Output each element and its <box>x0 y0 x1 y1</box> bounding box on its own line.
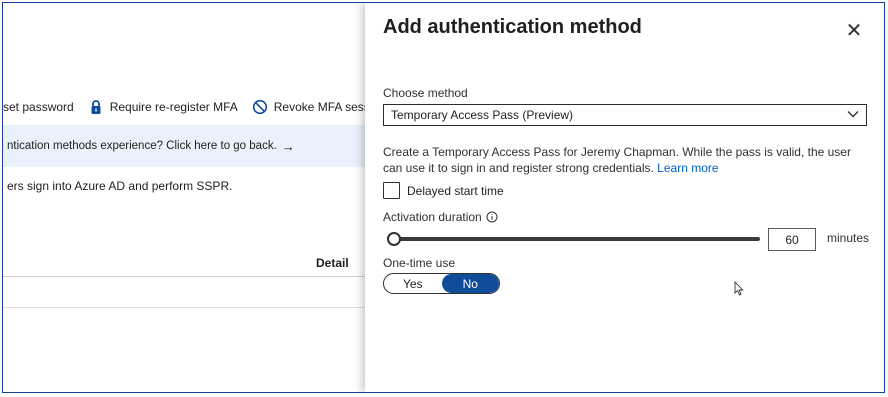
table-divider <box>3 307 365 308</box>
arrow-right-icon: → <box>281 138 295 154</box>
method-description-text: Create a Temporary Access Pass for Jerem… <box>383 145 851 175</box>
activation-duration-input[interactable] <box>768 228 816 251</box>
column-header-detail: Detail <box>316 256 349 270</box>
background-page: set password Require re-register MFA Rev… <box>3 3 365 392</box>
learn-more-link[interactable]: Learn more <box>657 161 718 175</box>
add-auth-method-panel: Add authentication method ✕ Choose metho… <box>365 3 884 392</box>
method-dropdown[interactable]: Temporary Access Pass (Preview) <box>383 104 867 126</box>
close-button[interactable]: ✕ <box>843 19 865 42</box>
page-description: ers sign into Azure AD and perform SSPR. <box>7 179 233 193</box>
experience-banner[interactable]: ntication methods experience? Click here… <box>3 125 365 167</box>
revoke-icon <box>252 99 268 115</box>
revoke-mfa-button[interactable]: Revoke MFA session <box>252 99 365 115</box>
method-dropdown-value: Temporary Access Pass (Preview) <box>391 108 574 122</box>
table-divider <box>3 276 365 277</box>
one-time-use-yes[interactable]: Yes <box>384 274 442 293</box>
revoke-mfa-label: Revoke MFA session <box>273 100 365 114</box>
one-time-use-toggle[interactable]: Yes No <box>383 273 500 294</box>
reset-password-label: set password <box>3 100 74 114</box>
activation-duration-label: Activation duration <box>383 210 482 224</box>
slider-track <box>387 237 760 241</box>
delayed-start-label: Delayed start time <box>407 183 504 198</box>
one-time-use-label: One-time use <box>383 256 456 270</box>
delayed-start-checkbox[interactable] <box>383 182 400 199</box>
slider-thumb[interactable] <box>387 232 401 246</box>
require-mfa-label: Require re-register MFA <box>109 100 238 114</box>
info-icon[interactable] <box>486 211 498 223</box>
choose-method-label: Choose method <box>383 86 468 100</box>
reset-password-button[interactable]: set password <box>3 100 74 114</box>
chevron-down-icon <box>847 111 859 118</box>
close-icon: ✕ <box>845 19 863 42</box>
user-toolbar: set password Require re-register MFA Rev… <box>3 97 365 117</box>
banner-text: ntication methods experience? Click here… <box>7 140 277 152</box>
mouse-cursor-icon <box>734 281 744 296</box>
activation-duration-label-row: Activation duration <box>383 210 498 224</box>
activation-duration-slider[interactable] <box>387 232 760 246</box>
delayed-start-row[interactable]: Delayed start time <box>383 182 504 199</box>
lock-icon <box>88 99 104 115</box>
panel-title: Add authentication method <box>383 16 642 38</box>
duration-unit: minutes <box>827 231 870 245</box>
one-time-use-no[interactable]: No <box>441 274 499 293</box>
require-mfa-button[interactable]: Require re-register MFA <box>88 99 238 115</box>
app-frame: set password Require re-register MFA Rev… <box>2 2 885 393</box>
method-description: Create a Temporary Access Pass for Jerem… <box>383 144 871 176</box>
